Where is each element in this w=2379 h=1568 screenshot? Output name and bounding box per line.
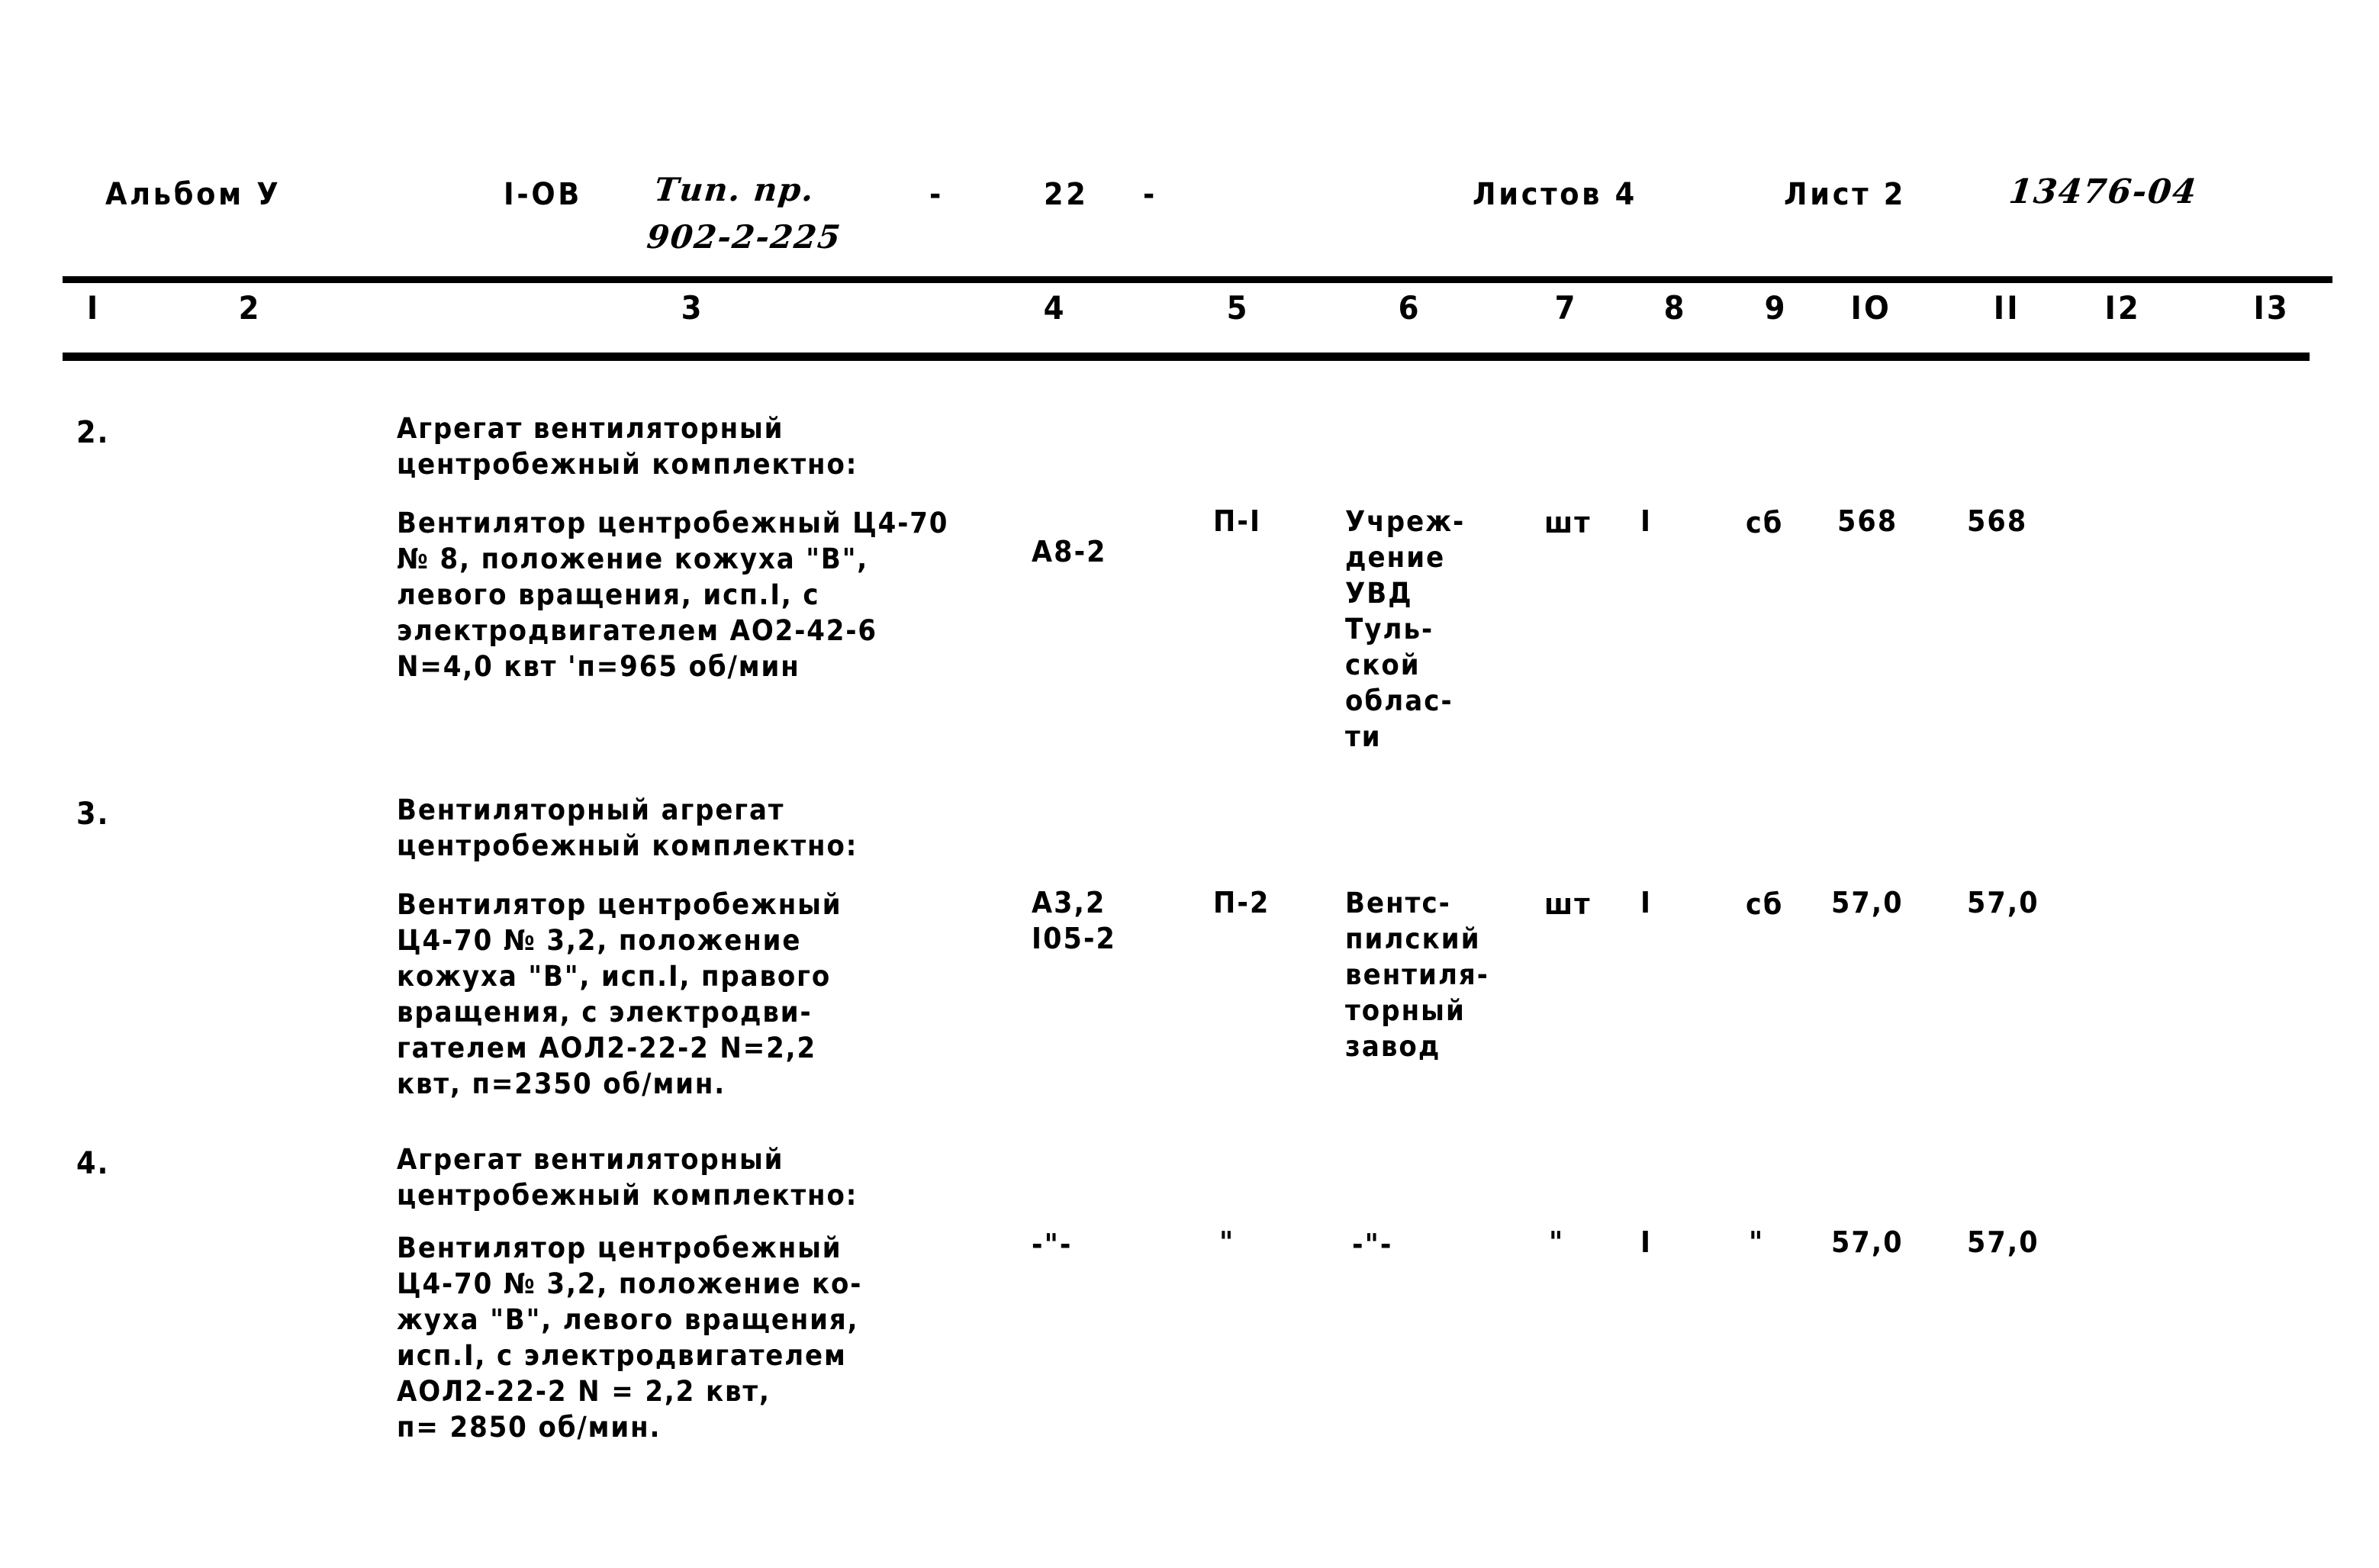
album-label: Альбом У xyxy=(105,177,282,212)
row-col8-value: I xyxy=(1640,1225,1653,1259)
row-description: Вентилятор центробежный Ц4-70 № 3,2, пол… xyxy=(397,1232,863,1444)
row-col5-value: " xyxy=(1219,1225,1235,1259)
row-col10-value: 568 xyxy=(1837,504,1898,538)
row-col5-value: П-I xyxy=(1213,504,1262,538)
rule-top xyxy=(63,276,2332,283)
row-number: 3. xyxy=(76,797,110,832)
row-col4-value: А3,2 I05-2 xyxy=(1032,886,1116,955)
row-col10-value: 57,0 xyxy=(1831,886,1904,919)
row-col4-value: -"- xyxy=(1032,1228,1073,1261)
row-title: Агрегат вентиляторный центробежный компл… xyxy=(397,1143,858,1212)
row-col11-value: 57,0 xyxy=(1967,886,2039,919)
column-number-8: 8 xyxy=(1663,289,1687,327)
row-col4-value: А8-2 xyxy=(1032,535,1107,568)
typical-project-label: Тип. пр. xyxy=(652,171,817,208)
typical-project-number: 902-2-225 xyxy=(645,218,844,256)
row-col6-value: Учреж- дение УВД Туль- ской облас- ти xyxy=(1345,505,1466,753)
column-number-1: I xyxy=(86,289,101,327)
drawing-number: 13476-04 xyxy=(2007,172,2200,211)
column-number-12: I2 xyxy=(2104,289,2141,327)
document-page: Альбом У I-ОВ Тип. пр. 902-2-225 - 22 - … xyxy=(0,0,2379,1568)
header-dash-right: - xyxy=(1143,177,1157,212)
row-col9-value: сб xyxy=(1746,506,1784,539)
row-title: Агрегат вентиляторный центробежный компл… xyxy=(397,412,858,481)
column-number-4: 4 xyxy=(1043,289,1067,327)
page-marker: 22 xyxy=(1044,177,1089,212)
row-col9-value: сб xyxy=(1746,887,1784,921)
column-number-7: 7 xyxy=(1554,289,1578,327)
row-col7-value: " xyxy=(1549,1225,1565,1259)
row-col7-value: шт xyxy=(1544,887,1592,921)
section-code: I-ОВ xyxy=(504,177,583,212)
column-number-5: 5 xyxy=(1226,289,1250,327)
row-description: Вентилятор центробежный Ц4-70 № 3,2, пол… xyxy=(397,888,842,1100)
row-title: Вентиляторный агрегат центробежный компл… xyxy=(397,794,858,862)
column-number-13: I3 xyxy=(2253,289,2290,327)
column-number-9: 9 xyxy=(1764,289,1788,327)
column-number-6: 6 xyxy=(1398,289,1421,327)
sheets-total-label: Листов 4 xyxy=(1473,177,1637,212)
row-col8-value: I xyxy=(1640,504,1653,538)
column-number-2: 2 xyxy=(238,289,262,327)
sheet-label: Лист 2 xyxy=(1784,177,1906,212)
header-dash-left: - xyxy=(929,177,944,212)
row-col6-value: -"- xyxy=(1352,1228,1393,1261)
row-col8-value: I xyxy=(1640,886,1653,919)
row-col11-value: 57,0 xyxy=(1967,1225,2039,1259)
row-description: Вентилятор центробежный Ц4-70 № 8, полож… xyxy=(397,507,949,683)
row-col9-value: " xyxy=(1749,1225,1765,1259)
row-number: 2. xyxy=(76,415,110,450)
row-col5-value: П-2 xyxy=(1213,886,1270,919)
column-number-10: IO xyxy=(1850,289,1891,327)
row-col10-value: 57,0 xyxy=(1831,1225,1904,1259)
row-number: 4. xyxy=(76,1146,110,1181)
column-number-3: 3 xyxy=(681,289,704,327)
column-number-11: II xyxy=(1993,289,2020,327)
row-col7-value: шт xyxy=(1544,506,1592,539)
row-col11-value: 568 xyxy=(1967,504,2028,538)
row-col6-value: Вентс- пилский вентиля- торный завод xyxy=(1345,887,1489,1063)
rule-under-column-numbers xyxy=(63,353,2310,361)
